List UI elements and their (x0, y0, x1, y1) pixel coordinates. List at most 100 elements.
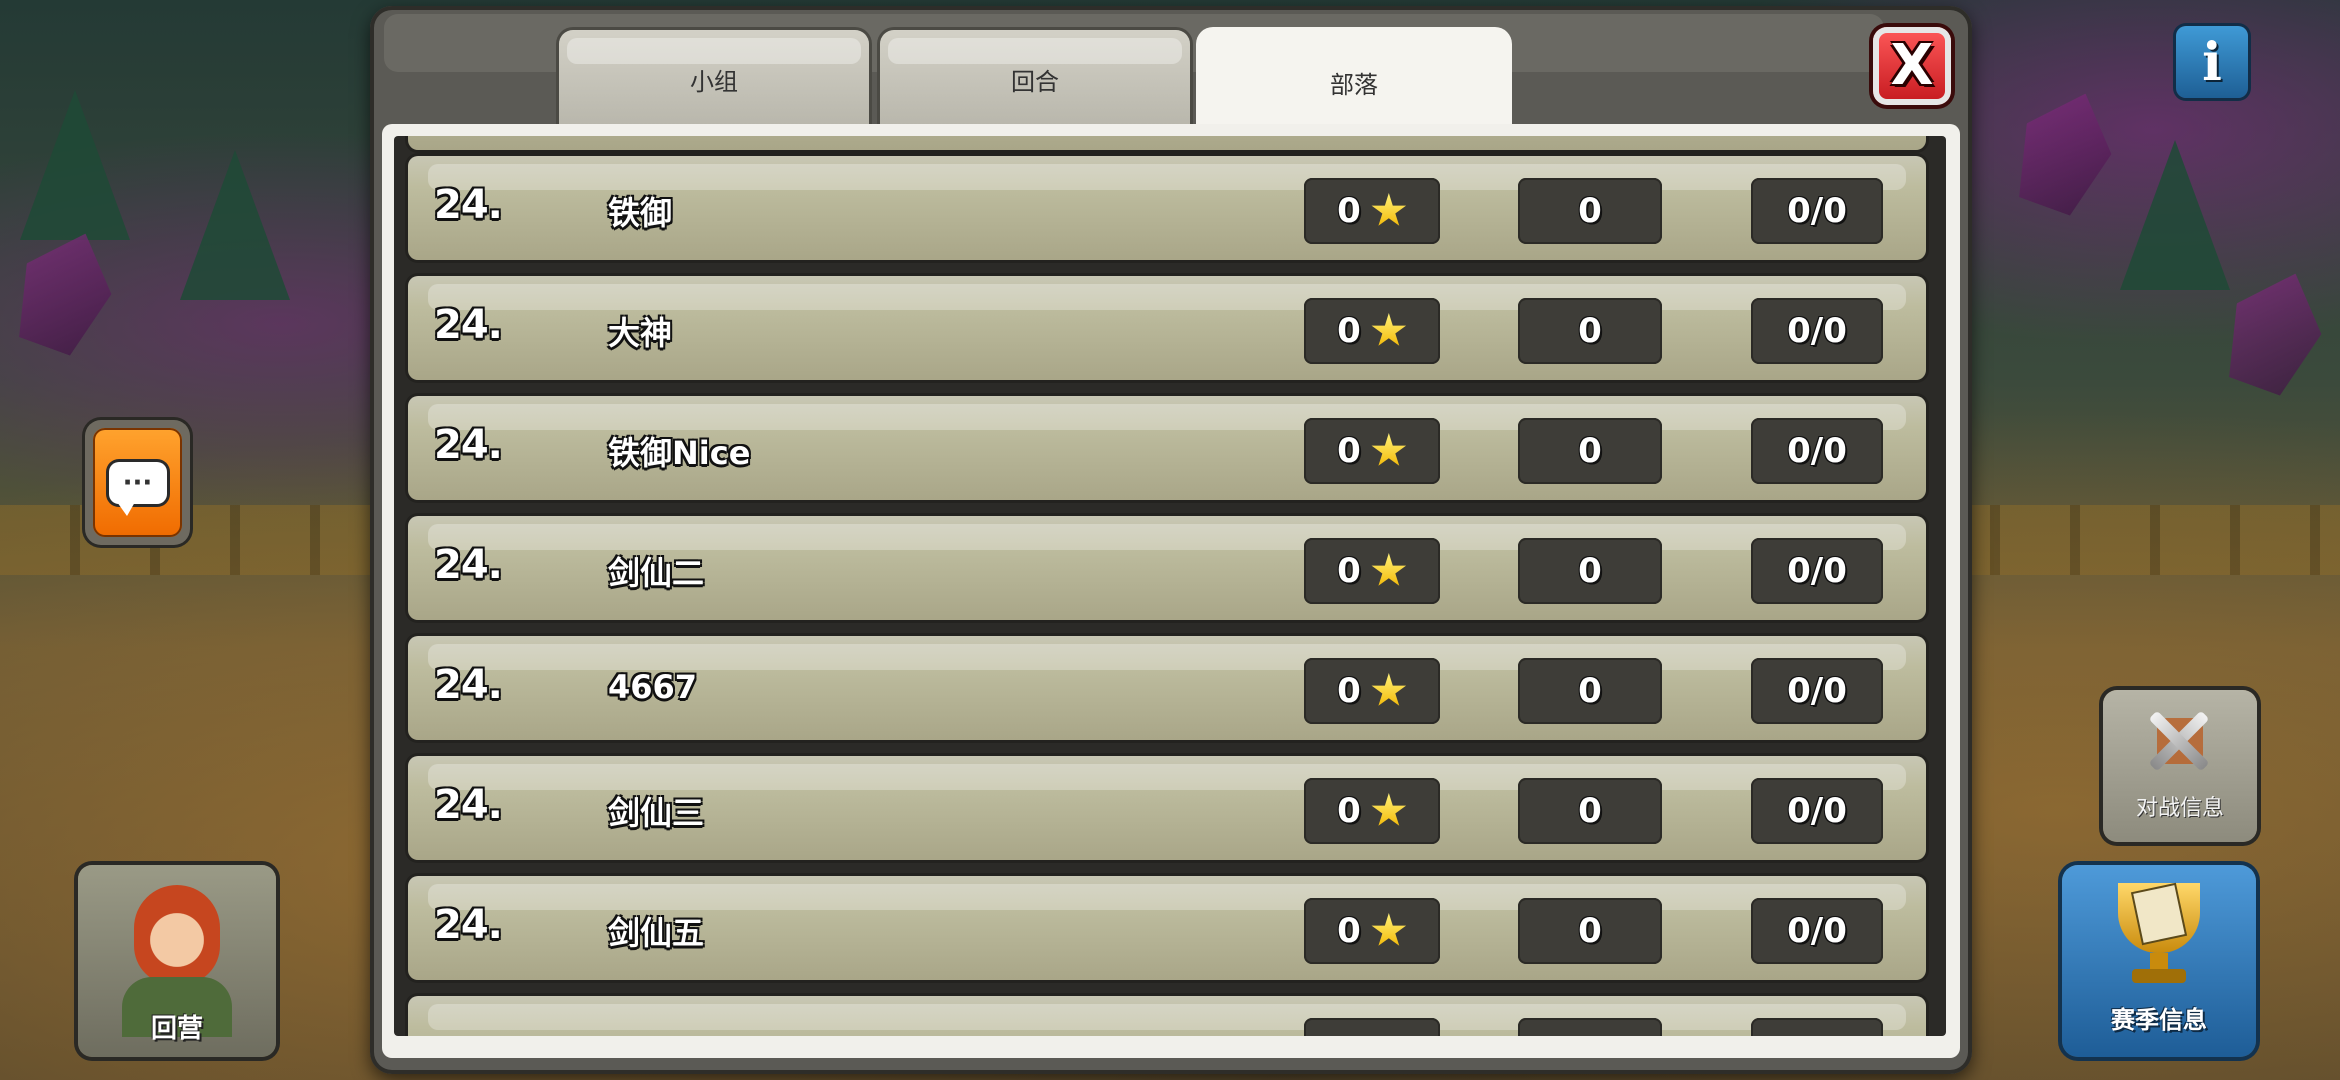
stars-value: 0 (1337, 911, 1361, 951)
stars-value: 0 (1337, 311, 1361, 351)
member-name: 剑仙五 (608, 914, 705, 952)
background-crystal (2002, 78, 2128, 222)
member-name: 4667 (608, 668, 698, 706)
score-box: 0 (1518, 418, 1662, 484)
stars-box: 0 (1304, 898, 1440, 964)
attacks-box: 0/0 (1751, 418, 1883, 484)
score-box: 0 (1518, 778, 1662, 844)
score-value: 0 (1578, 791, 1602, 831)
attacks-box: 0/0 (1751, 778, 1883, 844)
member-list[interactable]: 24. 铁御 0 0 0/0 24. 大神 0 0 0/0 24. 铁御Nice… (394, 136, 1946, 1036)
score-value: 0 (1578, 551, 1602, 591)
score-value: 0 (1578, 191, 1602, 231)
season-info-button[interactable]: 赛季信息 (2062, 865, 2256, 1057)
trophy-icon (2106, 883, 2212, 983)
score-box: 0 (1518, 658, 1662, 724)
tab-clan-label: 部落 (1330, 70, 1378, 99)
attacks-value: 0/0 (1787, 191, 1847, 231)
villager-avatar-icon (134, 885, 220, 985)
member-rank: 24. (434, 902, 503, 948)
stars-value: 0 (1337, 191, 1361, 231)
score-value: 0 (1578, 431, 1602, 471)
attacks-value: 0/0 (1787, 311, 1847, 351)
background-tree (2120, 140, 2230, 290)
tab-group[interactable]: 小组 (559, 30, 869, 125)
list-item[interactable]: 24. 大神 0 0 0/0 (408, 276, 1926, 380)
attacks-box (1751, 1018, 1883, 1036)
star-icon (1371, 433, 1407, 466)
stars-box: 0 (1304, 418, 1440, 484)
score-value: 0 (1578, 911, 1602, 951)
list-item[interactable]: 24. 剑仙二 0 0 0/0 (408, 516, 1926, 620)
score-value: 0 (1578, 671, 1602, 711)
close-button[interactable]: X (1873, 27, 1951, 105)
chat-bubble-icon: ··· (108, 461, 167, 516)
list-item[interactable]: 24. 剑仙五 0 0 0/0 (408, 876, 1926, 980)
stars-value: 0 (1337, 551, 1361, 591)
stars-value: 0 (1337, 791, 1361, 831)
star-icon (1371, 913, 1407, 946)
battle-info-button[interactable]: 对战信息 (2103, 690, 2257, 842)
score-box: 0 (1518, 538, 1662, 604)
return-home-label: 回营 (150, 1014, 203, 1044)
stars-box: 0 (1304, 178, 1440, 244)
score-box (1518, 1018, 1662, 1036)
info-icon: i (2202, 31, 2222, 93)
member-rank: 24. (434, 782, 503, 828)
attacks-value: 0/0 (1787, 431, 1847, 471)
member-rank: 24. (434, 182, 503, 228)
info-button[interactable]: i (2176, 26, 2248, 98)
attacks-box: 0/0 (1751, 658, 1883, 724)
stars-box: 0 (1304, 658, 1440, 724)
attacks-box: 0/0 (1751, 178, 1883, 244)
member-rank: 24. (434, 302, 503, 348)
star-icon (1371, 313, 1407, 346)
list-item[interactable]: 24. 4667 0 0 0/0 (408, 636, 1926, 740)
member-name: 剑仙三 (608, 794, 705, 832)
member-rank: 24. (434, 422, 503, 468)
background-tree (20, 90, 130, 240)
list-item[interactable]: 24. 铁御 0 0 0/0 (408, 156, 1926, 260)
list-item[interactable]: 24. 铁御Nice 0 0 0/0 (408, 396, 1926, 500)
score-box: 0 (1518, 298, 1662, 364)
return-home-button[interactable]: 回营 (78, 865, 276, 1057)
member-name: 大神 (608, 314, 673, 352)
member-rank: 24. (434, 542, 503, 588)
score-value: 0 (1578, 311, 1602, 351)
background-tree (180, 150, 290, 300)
star-icon (1371, 553, 1407, 586)
member-name: 铁御Nice (608, 434, 751, 472)
star-icon (1371, 673, 1407, 706)
close-icon: X (1890, 33, 1934, 98)
tab-round[interactable]: 回合 (880, 30, 1190, 125)
attacks-value: 0/0 (1787, 551, 1847, 591)
crossed-swords-icon (2143, 704, 2217, 778)
score-box: 0 (1518, 178, 1662, 244)
member-name: 剑仙二 (608, 554, 705, 592)
member-rank: 24. (434, 662, 503, 708)
star-icon (1371, 193, 1407, 226)
stars-box: 0 (1304, 538, 1440, 604)
tab-clan[interactable]: 部落 (1199, 30, 1509, 130)
background-crystal (2212, 258, 2338, 402)
attacks-box: 0/0 (1751, 298, 1883, 364)
member-name: 铁御 (608, 194, 673, 232)
season-info-label: 赛季信息 (2111, 1006, 2207, 1034)
attacks-value: 0/0 (1787, 791, 1847, 831)
list-item-partial (408, 996, 1926, 1036)
battle-info-label: 对战信息 (2135, 796, 2224, 821)
list-item[interactable]: 24. 剑仙三 0 0 0/0 (408, 756, 1926, 860)
attacks-value: 0/0 (1787, 911, 1847, 951)
stars-box (1304, 1018, 1440, 1036)
tab-group-label: 小组 (690, 68, 738, 96)
attacks-value: 0/0 (1787, 671, 1847, 711)
chat-button[interactable]: ··· (85, 420, 190, 545)
score-box: 0 (1518, 898, 1662, 964)
stars-value: 0 (1337, 431, 1361, 471)
stars-box: 0 (1304, 778, 1440, 844)
attacks-box: 0/0 (1751, 538, 1883, 604)
star-icon (1371, 793, 1407, 826)
list-item-partial (408, 136, 1926, 150)
tab-round-label: 回合 (1011, 68, 1059, 96)
attacks-box: 0/0 (1751, 898, 1883, 964)
